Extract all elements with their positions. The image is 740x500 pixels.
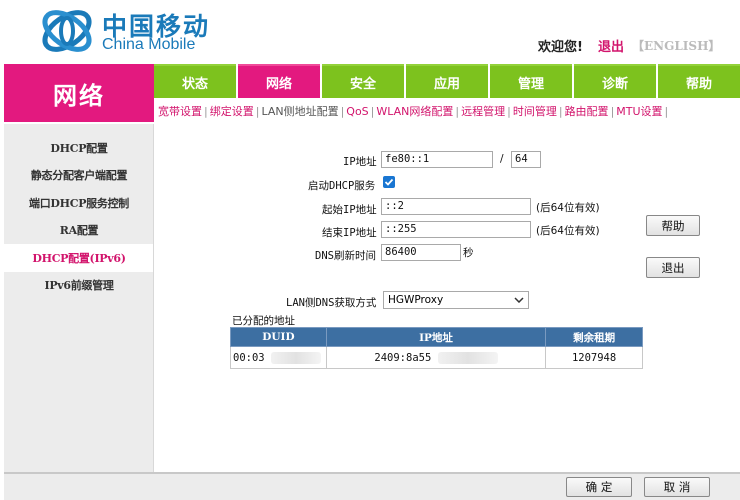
start-ip-note: (后64位有效) [536,202,600,214]
start-ip-input[interactable]: ::2 [381,198,531,215]
dns-mode-label: LAN侧DNS获取方式 [286,297,377,309]
subtab-remote-management[interactable]: 远程管理 [461,103,505,119]
subtab-qos[interactable]: QoS [346,105,368,118]
dhcp-service-checkbox[interactable] [383,176,395,188]
separator: | [370,104,375,118]
tab-status[interactable]: 状态 [154,64,236,98]
exit-button[interactable]: 退出 [646,257,700,278]
separator: | [340,104,345,118]
ok-button[interactable]: 确 定 [566,477,632,497]
column-header-duid: DUID [230,327,327,347]
subtab-mtu[interactable]: MTU设置 [616,103,662,119]
cancel-button[interactable]: 取 消 [644,477,710,497]
dns-refresh-unit: 秒 [463,247,474,259]
logo-english-text: China Mobile [102,36,196,53]
leases-title: 已分配的地址 [232,315,295,327]
table-row: 00:03 2409:8a55 1207948 [230,346,643,369]
dns-refresh-label: DNS刷新时间 [315,250,376,262]
subtab-routing[interactable]: 路由配置 [565,103,609,119]
subtab-lan-address[interactable]: LAN侧地址配置 [261,103,338,119]
end-ip-input[interactable]: ::255 [381,221,531,238]
ip-address-label: IP地址 [343,156,377,168]
tab-management[interactable]: 管理 [490,64,572,98]
end-ip-label: 结束IP地址 [322,227,377,239]
start-ip-label: 起始IP地址 [322,204,377,216]
prefix-length-input[interactable]: 64 [511,151,541,168]
separator: | [664,104,669,118]
logout-link[interactable]: 退出 [598,36,624,55]
subtab-binding[interactable]: 绑定设置 [210,103,254,119]
dhcp-service-label: 启动DHCP服务 [308,180,376,192]
checkmark-icon [384,178,394,186]
column-header-ip: IP地址 [325,327,547,347]
subtab-time[interactable]: 时间管理 [513,103,557,119]
sidebar-item-ipv6-prefix[interactable]: IPv6前缀管理 [4,272,154,300]
ip-value: 2409:8a55 [374,351,432,364]
sidebar-item-ra[interactable]: RA配置 [4,217,154,245]
leases-table: DUID IP地址 剩余租期 00:03 2409:8a55 1207948 [230,327,643,369]
sidebar-item-dhcp-ipv6[interactable]: DHCP配置(IPv6) [4,244,154,272]
separator: | [255,104,260,118]
separator: | [610,104,615,118]
dns-mode-select[interactable]: HGWProxy [383,291,529,309]
tab-application[interactable]: 应用 [406,64,488,98]
table-header-row: DUID IP地址 剩余租期 [230,327,643,347]
separator: | [558,104,563,118]
redacted-blur [437,351,498,364]
main-nav-tabs: 状态 网络 安全 应用 管理 诊断 帮助 [154,64,740,98]
help-button[interactable]: 帮助 [646,215,700,236]
tab-help[interactable]: 帮助 [658,64,740,98]
chevron-down-icon [514,297,524,303]
china-mobile-logo: 中国移动 China Mobile [38,4,218,60]
welcome-text: 欢迎您! [538,40,583,55]
subtab-wlan[interactable]: WLAN网络配置 [376,103,453,119]
duid-value: 00:03 [233,351,265,364]
separator: | [455,104,460,118]
column-header-lease: 剩余租期 [545,327,643,347]
tab-network[interactable]: 网络 [238,64,320,98]
dns-refresh-input[interactable]: 86400 [381,244,461,261]
sidebar-item-dhcp[interactable]: DHCP配置 [4,134,154,162]
separator: | [507,104,511,118]
tab-security[interactable]: 安全 [322,64,404,98]
subtab-broadband[interactable]: 宽带设置 [158,103,202,119]
redacted-blur [270,351,321,364]
ip-address-input[interactable]: fe80::1 [381,151,493,168]
sidebar-item-port-dhcp[interactable]: 端口DHCP服务控制 [4,189,154,217]
end-ip-note: (后64位有效) [536,225,600,237]
english-language-link[interactable]: 【ENGLISH】 [632,37,720,54]
cell-duid: 00:03 [230,346,327,369]
divider [153,124,154,472]
dns-mode-value: HGWProxy [388,294,444,306]
tab-diagnostics[interactable]: 诊断 [574,64,656,98]
cell-lease: 1207948 [545,346,643,369]
section-title: 网络 [4,64,154,122]
sidebar: DHCP配置 静态分配客户端配置 端口DHCP服务控制 RA配置 DHCP配置(… [4,124,154,472]
prefix-slash: / [500,153,504,165]
sidebar-item-static-clients[interactable]: 静态分配客户端配置 [4,162,154,190]
separator: | [204,104,208,118]
cell-ip: 2409:8a55 [325,346,547,369]
china-mobile-logo-icon [42,10,92,52]
sub-nav-tabs: 宽带设置 | 绑定设置 | LAN侧地址配置 | QoS | WLAN网络配置 | 远程管… [154,100,740,122]
